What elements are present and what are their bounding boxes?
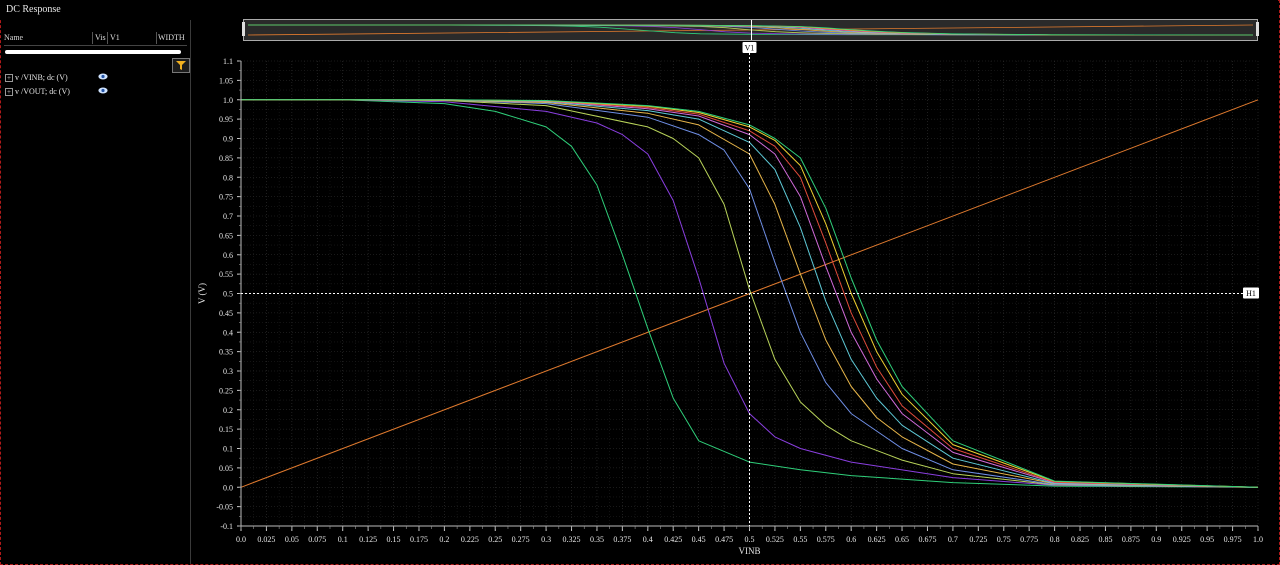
- column-header-vis[interactable]: Vis: [95, 33, 106, 42]
- x-tick-label: 0.075: [308, 535, 326, 544]
- x-tick-label: 0.725: [969, 535, 987, 544]
- x-tick-label: 0.625: [868, 535, 886, 544]
- x-tick-label: 1.0: [1253, 535, 1263, 544]
- column-separator: [156, 32, 157, 44]
- y-tick-label: 0.95: [219, 115, 233, 124]
- overview-strip[interactable]: [242, 19, 1259, 41]
- column-header-v1[interactable]: V1: [110, 33, 120, 42]
- x-tick-label: 0.375: [613, 535, 631, 544]
- x-tick-label: 0.025: [257, 535, 275, 544]
- x-tick-label: 0.95: [1200, 535, 1214, 544]
- vertical-marker-label: V1: [745, 44, 755, 53]
- y-tick-label: 0.35: [219, 348, 233, 357]
- column-header-name[interactable]: Name: [4, 33, 23, 42]
- x-tick-label: 0.45: [692, 535, 706, 544]
- overview-right-handle[interactable]: [1256, 22, 1259, 36]
- x-tick-label: 0.325: [563, 535, 581, 544]
- trace-panel: Name Vis V1 WIDTH + v /VINB; dc (V) + v …: [1, 20, 191, 564]
- x-tick-label: 0.975: [1224, 535, 1242, 544]
- x-tick-label: 0.4: [643, 535, 653, 544]
- x-tick-label: 0.6: [846, 535, 856, 544]
- y-tick-label: 0.25: [219, 386, 233, 395]
- x-tick-label: 0.875: [1122, 535, 1140, 544]
- y-tick-label: 1.0: [223, 96, 233, 105]
- header-divider: [4, 45, 187, 46]
- y-tick-label: 0.6: [223, 251, 233, 260]
- trace-row-vinb[interactable]: + v /VINB; dc (V): [5, 73, 185, 85]
- y-tick-label: 0.0: [223, 483, 233, 492]
- y-tick-label: 0.15: [219, 425, 233, 434]
- x-tick-label: 0.55: [793, 535, 807, 544]
- x-tick-label: 0.225: [461, 535, 479, 544]
- y-tick-label: 0.1: [223, 445, 233, 454]
- x-tick-label: 0.35: [590, 535, 604, 544]
- x-tick-label: 0.425: [664, 535, 682, 544]
- x-tick-label: 0.3: [541, 535, 551, 544]
- x-tick-label: 0.25: [488, 535, 502, 544]
- trace-label: v /VOUT; dc (V): [15, 87, 70, 96]
- x-tick-label: 0.2: [439, 535, 449, 544]
- eye-icon[interactable]: [98, 73, 108, 80]
- dc-response-chart[interactable]: 1.1 1.05 1.0 0.95 0.9 0.85 0.8 0.75 0.7 0.65 0.6 0.…: [190, 40, 1280, 562]
- x-tick-label: 0.825: [1071, 535, 1089, 544]
- expand-icon[interactable]: +: [5, 74, 13, 82]
- x-tick-label: 0.7: [948, 535, 958, 544]
- x-tick-label: 0.275: [512, 535, 530, 544]
- y-tick-label: 0.75: [219, 193, 233, 202]
- overview-left-handle[interactable]: [242, 22, 245, 36]
- filter-icon: [176, 61, 186, 70]
- y-tick-label: 0.7: [223, 212, 233, 221]
- horizontal-scrollbar[interactable]: [5, 50, 181, 54]
- y-tick-label: 0.2: [223, 406, 233, 415]
- x-tick-label: 0.05: [285, 535, 299, 544]
- y-axis-title: V (V): [197, 283, 207, 304]
- y-tick-label: 0.05: [219, 464, 233, 473]
- y-tick-label: -0.1: [220, 522, 233, 531]
- y-tick-label: 1.1: [223, 57, 233, 66]
- y-tick-label: 0.55: [219, 270, 233, 279]
- x-tick-label: 0.9: [1151, 535, 1161, 544]
- y-tick-label: 1.05: [219, 76, 233, 85]
- column-separator: [92, 32, 93, 44]
- x-tick-label: 0.525: [766, 535, 784, 544]
- x-tick-label: 0.175: [410, 535, 428, 544]
- x-tick-label: 0.925: [1173, 535, 1191, 544]
- y-tick-label: 0.85: [219, 154, 233, 163]
- x-tick-label: 0.475: [715, 535, 733, 544]
- trace-row-vout[interactable]: + v /VOUT; dc (V): [5, 87, 185, 99]
- x-tick-label: 0.575: [817, 535, 835, 544]
- window-title: DC Response: [6, 4, 61, 15]
- overview-marker: [750, 20, 752, 40]
- x-tick-label: 0.75: [997, 535, 1011, 544]
- expand-icon[interactable]: +: [5, 88, 13, 96]
- y-tick-label: 0.5: [223, 290, 233, 299]
- x-axis-title: VINB: [739, 546, 761, 556]
- filter-button[interactable]: [172, 58, 190, 73]
- axes: 1.1 1.05 1.0 0.95 0.9 0.85 0.8 0.75 0.7 0.65 0.6 0.…: [197, 57, 1263, 556]
- y-tick-label: 0.8: [223, 173, 233, 182]
- x-tick-label: 0.15: [387, 535, 401, 544]
- x-tick-label: 0.1: [338, 535, 348, 544]
- x-tick-label: 0.0: [236, 535, 246, 544]
- x-tick-label: 0.8: [1050, 535, 1060, 544]
- title-bar: DC Response: [0, 0, 1278, 20]
- y-tick-label: 0.9: [223, 135, 233, 144]
- x-tick-label: 0.65: [895, 535, 909, 544]
- column-separator: [107, 32, 108, 44]
- x-tick-label: 0.85: [1098, 535, 1112, 544]
- y-tick-label: 0.3: [223, 367, 233, 376]
- y-tick-label: 0.4: [223, 328, 233, 337]
- x-tick-label: 0.125: [359, 535, 377, 544]
- x-tick-label: 0.775: [1020, 535, 1038, 544]
- y-tick-label: -0.05: [216, 503, 233, 512]
- y-tick-label: 0.45: [219, 309, 233, 318]
- horizontal-marker-label: H1: [1246, 289, 1256, 298]
- y-tick-label: 0.65: [219, 231, 233, 240]
- trace-label: v /VINB; dc (V): [15, 73, 68, 82]
- column-header-width[interactable]: WIDTH: [158, 33, 185, 42]
- eye-icon[interactable]: [98, 87, 108, 94]
- x-tick-label: 0.5: [745, 535, 755, 544]
- x-tick-label: 0.675: [918, 535, 936, 544]
